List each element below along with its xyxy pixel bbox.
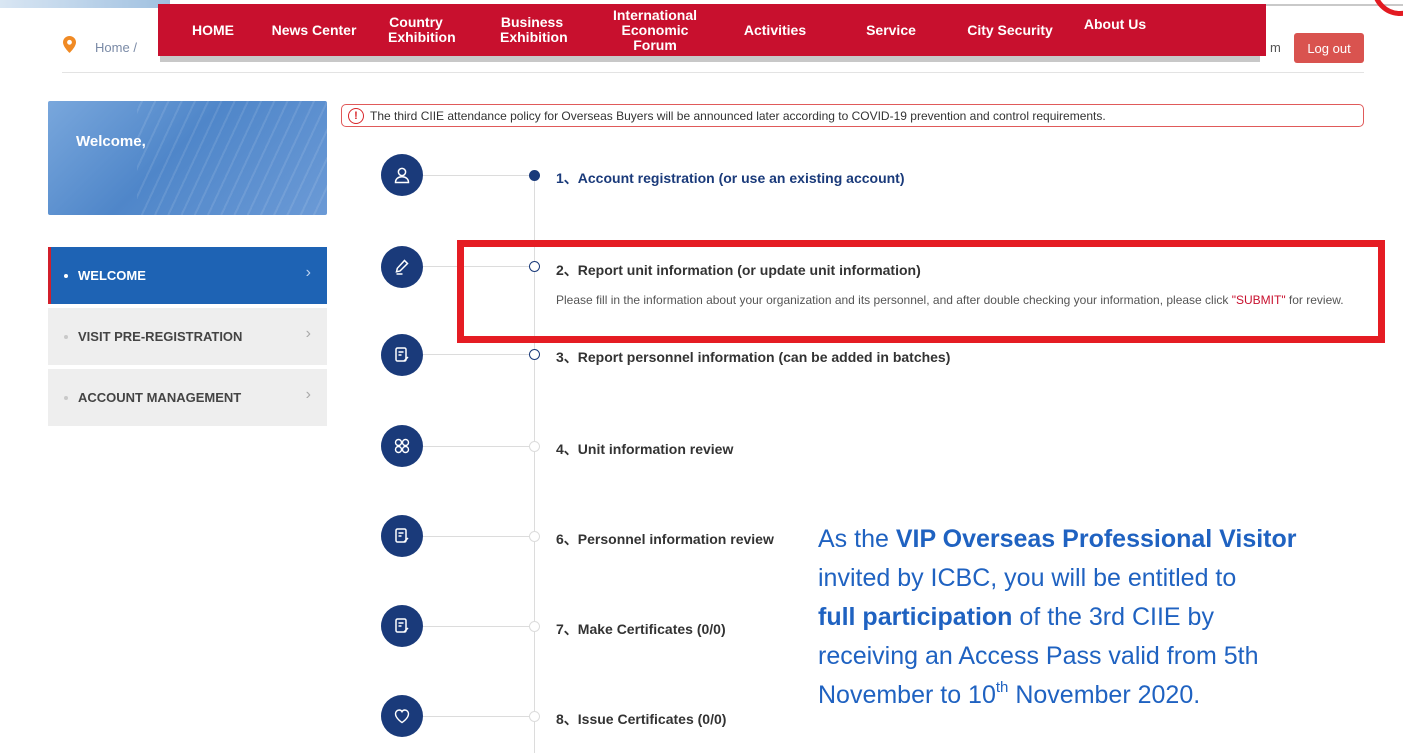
location-pin-icon: [63, 36, 76, 53]
step-3-icon-circle: [381, 334, 423, 376]
bullet-icon: [64, 334, 68, 339]
nav-city-security[interactable]: City Security: [950, 22, 1070, 38]
document-edit-icon: [395, 618, 409, 633]
sidebar-item-label: WELCOME: [78, 268, 146, 283]
note-superscript: th: [995, 679, 1009, 696]
step-6-marker: [529, 531, 540, 542]
user-icon: [394, 167, 410, 184]
note-text: of the 3rd CIIE by: [1012, 603, 1214, 631]
breadcrumb: Home /: [95, 40, 137, 55]
nav-activities[interactable]: Activities: [718, 22, 832, 38]
notice-text: The third CIIE attendance policy for Ove…: [370, 108, 1106, 123]
highlight-box: [457, 240, 1385, 343]
step-3-marker: [529, 349, 540, 360]
step-6-title[interactable]: 6、Personnel information review: [556, 529, 774, 549]
step-3-title[interactable]: 3、Report personnel information (can be a…: [556, 347, 950, 367]
main-navbar: HOME News Center Country Exhibition Busi…: [158, 4, 1266, 56]
step-1-marker: [529, 170, 540, 181]
step-6-connector: [423, 536, 530, 537]
welcome-greeting: Welcome,: [76, 133, 146, 150]
step-7-icon-circle: [381, 605, 423, 647]
nav-news-center[interactable]: News Center: [268, 22, 360, 38]
vip-visitor-note: As the VIP Overseas Professional Visitor…: [818, 520, 1403, 753]
exclamation-icon: !: [348, 107, 364, 124]
breadcrumb-separator: /: [133, 40, 137, 55]
step-1-icon-circle: [381, 154, 423, 196]
step-1-connector: [423, 175, 530, 176]
sidebar-item-visit-pre-registration[interactable]: VISIT PRE-REGISTRATION ›: [48, 308, 327, 365]
nav-country-exhibition[interactable]: Country Exhibition: [360, 15, 472, 45]
step-3-connector: [423, 354, 530, 355]
bullet-icon: [64, 395, 68, 400]
step-1-title[interactable]: 1、Account registration (or use an existi…: [556, 168, 905, 188]
step-4-icon-circle: [381, 425, 423, 467]
note-line-3: full participation of the 3rd CIIE by: [818, 598, 1403, 637]
user-name-fragment: m: [1270, 40, 1281, 55]
note-line-2: invited by ICBC, you will be entitled to: [818, 564, 1237, 592]
navbar-shadow: [160, 56, 1260, 62]
note-text: November 2020.: [1008, 681, 1201, 709]
ciie-logo: [1372, 0, 1403, 16]
step-8-connector: [423, 716, 530, 717]
chevron-right-icon: ›: [305, 386, 311, 403]
note-text: As the: [818, 525, 896, 553]
step-8-icon-circle: [381, 695, 423, 737]
sidebar-item-welcome[interactable]: WELCOME ›: [48, 247, 327, 304]
document-edit-icon: [395, 347, 409, 362]
nav-international-economic-forum[interactable]: International Economic Forum: [592, 7, 718, 53]
step-8-title[interactable]: 8、Issue Certificates (0/0): [556, 709, 726, 729]
top-banner-strip: [0, 0, 170, 8]
apps-icon: [394, 438, 410, 454]
document-edit-icon: [395, 528, 409, 543]
nav-home[interactable]: HOME: [158, 22, 268, 38]
welcome-card: Welcome,: [48, 101, 327, 215]
note-line-1: As the VIP Overseas Professional Visitor: [818, 520, 1403, 559]
heart-icon: [394, 709, 410, 724]
step-8-marker: [529, 711, 540, 722]
breadcrumb-home[interactable]: Home: [95, 40, 130, 55]
nav-business-exhibition[interactable]: Business Exhibition: [472, 15, 592, 45]
chevron-right-icon: ›: [305, 264, 311, 281]
step-4-marker: [529, 441, 540, 452]
step-6-icon-circle: [381, 515, 423, 557]
nav-service[interactable]: Service: [832, 22, 950, 38]
nav-about-us[interactable]: About Us: [1070, 16, 1160, 32]
bullet-icon: [64, 273, 68, 278]
step-7-connector: [423, 626, 530, 627]
step-4-title[interactable]: 4、Unit information review: [556, 439, 733, 459]
logout-button[interactable]: Log out: [1294, 33, 1364, 63]
note-emphasis: VIP Overseas Professional Visitor: [895, 525, 1297, 553]
note-line-4: receiving an Access Pass valid from 5th: [818, 642, 1259, 670]
note-emphasis: full participation: [818, 603, 1013, 631]
step-7-marker: [529, 621, 540, 632]
sidebar-item-label: VISIT PRE-REGISTRATION: [78, 329, 243, 344]
header-divider: [62, 72, 1364, 73]
pen-icon: [395, 259, 409, 275]
note-line-5: November to 10th November 2020.: [818, 676, 1403, 715]
step-7-title[interactable]: 7、Make Certificates (0/0): [556, 619, 726, 639]
sidebar-item-account-management[interactable]: ACCOUNT MANAGEMENT ›: [48, 369, 327, 426]
step-2-icon-circle: [381, 246, 423, 288]
note-text: November to 10: [818, 681, 996, 709]
policy-notice: ! The third CIIE attendance policy for O…: [341, 104, 1364, 127]
sidebar-item-label: ACCOUNT MANAGEMENT: [78, 390, 242, 405]
chevron-right-icon: ›: [305, 325, 311, 342]
step-4-connector: [423, 446, 530, 447]
